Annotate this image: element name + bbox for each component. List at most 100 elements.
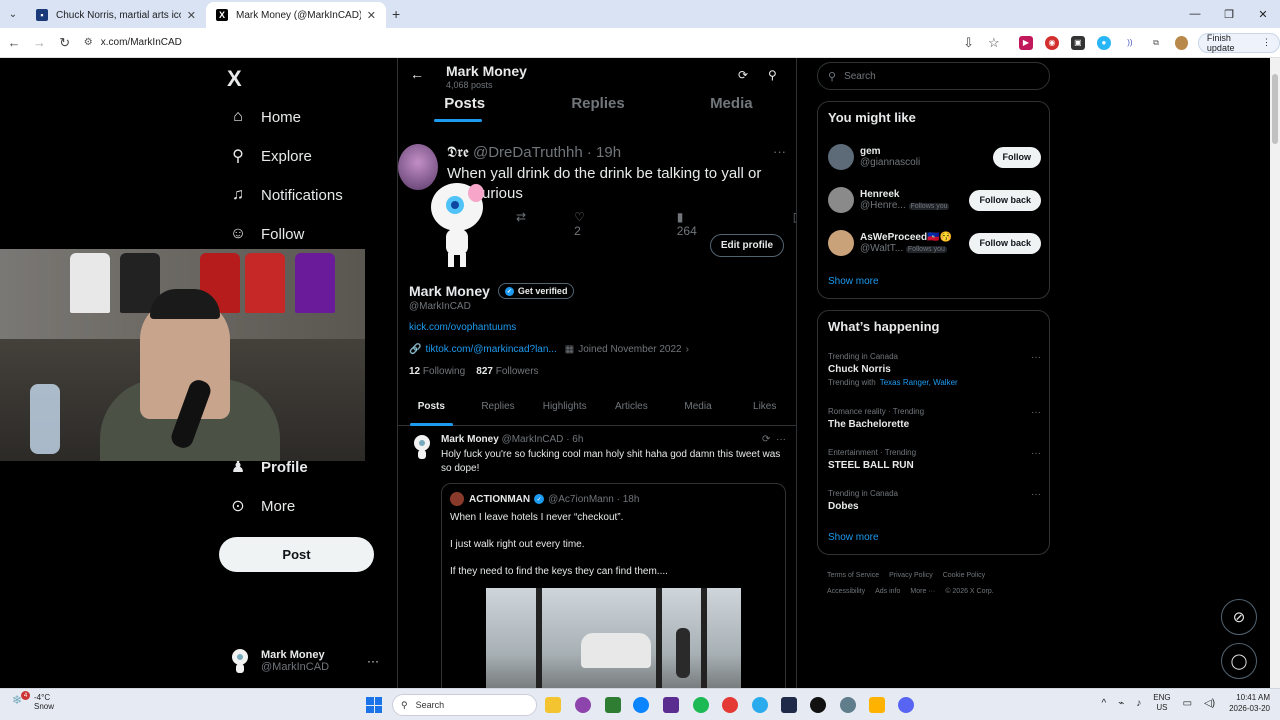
microphone-icon[interactable]: ♪	[1136, 698, 1141, 709]
tweet[interactable]: Mark Money @MarkInCAD · 6h ⟳ ··· Holy fu…	[398, 430, 796, 688]
nav-notifications[interactable]: ♫ Notifications	[227, 183, 343, 207]
post-button[interactable]: Post	[219, 537, 374, 572]
back-arrow-icon[interactable]: ←	[410, 66, 424, 82]
profile-avatar-icon[interactable]	[1174, 35, 1188, 50]
more-dots-icon[interactable]: ···	[367, 654, 379, 668]
chrome-icon[interactable]	[722, 697, 738, 713]
suggested-user[interactable]: Henreek @Henre... Follows you Follow back	[828, 185, 1041, 215]
edit-profile-button[interactable]: Edit profile	[710, 234, 784, 257]
obs-icon[interactable]	[810, 697, 826, 713]
volume-icon[interactable]: ◁)	[1204, 698, 1215, 709]
app-icon[interactable]	[605, 697, 621, 713]
subtab-highlights[interactable]: Highlights	[531, 398, 598, 425]
bookmark-icon[interactable]: ▯	[793, 210, 796, 238]
spotify-icon[interactable]	[693, 697, 709, 713]
site-info-icon[interactable]: ⚙	[84, 37, 93, 48]
browser-tab-x-profile[interactable]: X Mark Money (@MarkInCAD) / X ✕	[206, 2, 386, 28]
finish-update-button[interactable]: Finish update ⋮	[1197, 32, 1280, 53]
subtab-posts[interactable]: Posts	[398, 398, 465, 426]
extensions-puzzle-icon[interactable]: ⧉	[1148, 35, 1163, 50]
messages-fab-icon[interactable]: ◯	[1221, 643, 1257, 679]
tab-posts[interactable]: Posts	[398, 95, 531, 122]
overlay-tweet[interactable]: 𝕯𝖗𝖊 @DreDaTruthhh · 19h ··· When yall dr…	[398, 144, 796, 267]
scrollbar-thumb[interactable]	[1272, 74, 1278, 144]
extension-red-icon[interactable]: ▶	[1018, 35, 1033, 50]
bookmark-star-icon[interactable]: ☆	[983, 35, 1005, 51]
more-dots-icon[interactable]: ···	[1031, 489, 1041, 500]
weather-widget[interactable]: ❄ 4 -4°C Snow	[12, 691, 54, 711]
close-tab-icon[interactable]: ✕	[187, 9, 196, 22]
footer-link[interactable]: Accessibility	[827, 588, 865, 595]
tab-media[interactable]: Media	[665, 95, 796, 112]
like-icon[interactable]: ♡ 2	[574, 210, 629, 238]
trend-item[interactable]: Entertainment · Trending STEEL BALL RUN …	[828, 448, 1041, 471]
extension-audio-icon[interactable]: ))	[1122, 35, 1137, 50]
show-more-link[interactable]: Show more	[828, 276, 879, 287]
trend-related-links[interactable]: Texas Ranger, Walker	[880, 378, 958, 387]
install-app-icon[interactable]: ⇩	[957, 35, 979, 51]
trend-item[interactable]: Romance reality · Trending The Bachelore…	[828, 407, 1041, 430]
retweet-icon[interactable]: ⇄	[516, 210, 526, 238]
discord-icon[interactable]	[898, 697, 914, 713]
profile-website-link[interactable]: tiktok.com/@markincad?lan...	[425, 344, 556, 355]
close-window-icon[interactable]: ✕	[1246, 8, 1280, 21]
maximize-icon[interactable]: ❐	[1212, 8, 1246, 21]
trend-item[interactable]: Trending in Canada Dobes ···	[828, 489, 1041, 512]
edge-icon[interactable]	[633, 697, 649, 713]
follow-back-button[interactable]: Follow back	[969, 189, 1041, 211]
show-more-link[interactable]: Show more	[828, 532, 879, 543]
grok-icon[interactable]: ⟳	[762, 434, 770, 445]
x-logo-icon[interactable]: X	[227, 66, 242, 92]
account-switcher[interactable]: Mark Money @MarkInCAD ···	[229, 643, 379, 679]
tab-replies[interactable]: Replies	[531, 95, 664, 112]
chevron-right-icon[interactable]: ›	[686, 344, 689, 355]
footer-link[interactable]: Ads info	[875, 588, 900, 595]
trend-item[interactable]: Trending in Canada Chuck Norris Trending…	[828, 352, 1041, 387]
browser-tab-chuck-norris[interactable]: ▪ Chuck Norris, martial arts icon a ✕	[26, 2, 206, 28]
chevron-up-icon[interactable]: ^	[1102, 698, 1107, 709]
nav-explore[interactable]: ⚲ Explore	[227, 144, 312, 168]
display-icon[interactable]: ▭	[1183, 698, 1192, 709]
more-dots-icon[interactable]: ···	[776, 434, 786, 445]
app-icon[interactable]	[781, 697, 797, 713]
quoted-tweet[interactable]: ACTIONMAN ✓ @Ac7ionMann · 18h When I lea…	[441, 483, 786, 688]
nav-follow[interactable]: ☺ Follow	[227, 222, 305, 246]
suggested-user[interactable]: gem @giannascoli Follow	[828, 142, 1041, 172]
telegram-icon[interactable]	[752, 697, 768, 713]
kebab-menu-icon[interactable]: ⋮	[1262, 37, 1271, 48]
clock[interactable]: 10:41 AM 2026-03-20	[1229, 692, 1270, 714]
footer-link[interactable]: Privacy Policy	[889, 572, 933, 579]
app-icon[interactable]	[869, 697, 885, 713]
subtab-replies[interactable]: Replies	[465, 398, 532, 425]
more-dots-icon[interactable]: ···	[1031, 448, 1041, 459]
user-avatar[interactable]	[828, 144, 854, 170]
get-verified-button[interactable]: ✓ Get verified	[497, 283, 575, 299]
search-icon[interactable]: ⚲	[768, 68, 777, 82]
footer-link[interactable]: Terms of Service	[827, 572, 879, 579]
reload-icon[interactable]: ↻	[54, 35, 76, 51]
grok-icon[interactable]: ⟳	[738, 68, 748, 82]
app-icon[interactable]	[663, 697, 679, 713]
follow-back-button[interactable]: Follow back	[969, 232, 1041, 254]
footer-link[interactable]: More ···	[910, 588, 935, 595]
more-dots-icon[interactable]: ···	[1031, 352, 1041, 363]
settings-icon[interactable]	[840, 697, 856, 713]
footer-link[interactable]: Cookie Policy	[943, 572, 985, 579]
nav-more[interactable]: ⊙ More	[227, 494, 295, 518]
user-avatar[interactable]	[828, 230, 854, 256]
profile-bio-link[interactable]: kick.com/ovophantuums	[409, 322, 516, 333]
nav-home[interactable]: ⌂ Home	[227, 105, 301, 129]
network-icon[interactable]: ⌁	[1118, 698, 1124, 709]
subtab-media[interactable]: Media	[665, 398, 732, 425]
grok-fab-icon[interactable]: ⊘	[1221, 599, 1257, 635]
subtab-likes[interactable]: Likes	[731, 398, 796, 425]
tab-search-icon[interactable]: ⌄	[0, 9, 26, 20]
subtab-articles[interactable]: Articles	[598, 398, 665, 425]
extension-square-icon[interactable]: ▣	[1070, 35, 1085, 50]
language-indicator[interactable]: ENG US	[1153, 693, 1170, 713]
user-avatar[interactable]	[828, 187, 854, 213]
suggested-user[interactable]: AsWeProceed🇭🇹😚 @WaltT... Follows you Foll…	[828, 228, 1041, 258]
back-icon[interactable]: ←	[3, 35, 25, 50]
minimize-icon[interactable]: —	[1178, 8, 1212, 20]
new-tab-icon[interactable]: +	[392, 6, 400, 22]
